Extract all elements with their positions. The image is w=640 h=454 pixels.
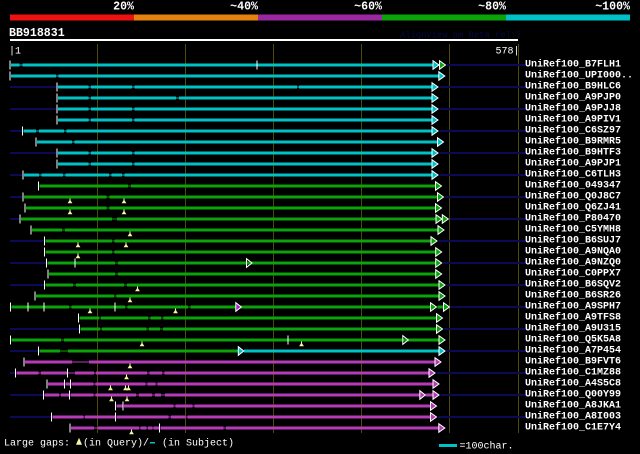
svg-text:UniRef100_A9TFS8: UniRef100_A9TFS8 — [525, 312, 621, 324]
svg-text:~80%: ~80% — [478, 1, 506, 14]
svg-text:UniRef100_A9PJP1: UniRef100_A9PJP1 — [525, 158, 621, 170]
svg-text:UniRef100_B6SQV2: UniRef100_B6SQV2 — [525, 279, 621, 291]
svg-text:UniRef100_B9RMR5: UniRef100_B9RMR5 — [525, 136, 621, 148]
svg-text:UniRef100_A9PJJ8: UniRef100_A9PJJ8 — [525, 103, 621, 115]
svg-text:BB918831: BB918831 — [9, 27, 65, 40]
svg-text:UniRef100_A8JKA1: UniRef100_A8JKA1 — [525, 400, 621, 412]
svg-text:|1: |1 — [9, 46, 21, 58]
svg-text:~100%: ~100% — [595, 1, 630, 14]
svg-text:(in Subject): (in Subject) — [162, 438, 234, 450]
svg-text:UniRef100_A9PIV1: UniRef100_A9PIV1 — [525, 114, 621, 126]
svg-text:UniRef100_P80470: UniRef100_P80470 — [525, 213, 621, 225]
svg-text:578|: 578| — [495, 46, 519, 58]
svg-text:UniRef100_A8I003: UniRef100_A8I003 — [525, 411, 621, 423]
svg-text:UniRef100_Q0J8C7: UniRef100_Q0J8C7 — [525, 191, 621, 203]
svg-text:UniRef100_C6SZ97: UniRef100_C6SZ97 — [525, 125, 621, 137]
svg-text:UniRef100_Q00Y99: UniRef100_Q00Y99 — [525, 389, 621, 401]
svg-text:=100char.: =100char. — [460, 441, 514, 453]
svg-text:UniRef100_B6SUJ7: UniRef100_B6SUJ7 — [525, 235, 621, 247]
svg-text:UniRef100_B9HLC6: UniRef100_B9HLC6 — [525, 81, 621, 93]
svg-text:UniRef100_A9NZQ0: UniRef100_A9NZQ0 — [525, 257, 621, 269]
svg-text:UniRef100_B6SR26: UniRef100_B6SR26 — [525, 290, 621, 302]
svg-text:UniRef100_049347: UniRef100_049347 — [525, 180, 621, 192]
svg-text:UniRef100_C1E7Y4: UniRef100_C1E7Y4 — [525, 422, 621, 434]
svg-text:UniRef100_A4S5C8: UniRef100_A4S5C8 — [525, 378, 621, 390]
svg-text:UniRef100_A9NQA0: UniRef100_A9NQA0 — [525, 246, 621, 258]
svg-text:UniRef100_A9PJP0: UniRef100_A9PJP0 — [525, 92, 621, 104]
svg-text:UniRef100_C1MZ88: UniRef100_C1MZ88 — [525, 367, 621, 379]
svg-text:UniRef100_A9SPH7: UniRef100_A9SPH7 — [525, 301, 621, 313]
svg-text:UniRef100_A9U315: UniRef100_A9U315 — [525, 323, 621, 335]
svg-text:UniRef100_Q6ZJ41: UniRef100_Q6ZJ41 — [525, 202, 621, 214]
svg-text:~40%: ~40% — [230, 1, 258, 14]
svg-text:UniRef100_B7FLH1: UniRef100_B7FLH1 — [525, 59, 621, 71]
svg-text:UniRef100_B9FVT6: UniRef100_B9FVT6 — [525, 356, 621, 368]
svg-text:UniRef100_Q5K5A8: UniRef100_Q5K5A8 — [525, 334, 621, 346]
svg-text:UniRef100_C0PPX7: UniRef100_C0PPX7 — [525, 268, 621, 280]
svg-text:(in Query)/: (in Query)/ — [83, 438, 149, 450]
svg-text:UniRef100_C5YMH8: UniRef100_C5YMH8 — [525, 224, 621, 236]
svg-text:Large gaps:: Large gaps: — [4, 439, 70, 450]
svg-text:20%: 20% — [113, 1, 134, 14]
svg-text:UniRef100_C6TLH3: UniRef100_C6TLH3 — [525, 169, 621, 181]
svg-text:~60%: ~60% — [354, 1, 382, 14]
svg-text:UniRef100_B9HTF3: UniRef100_B9HTF3 — [525, 147, 621, 159]
svg-text:UniRef100_A7P454: UniRef100_A7P454 — [525, 345, 621, 357]
svg-text:UniRef100_UPI000..: UniRef100_UPI000.. — [525, 70, 633, 82]
